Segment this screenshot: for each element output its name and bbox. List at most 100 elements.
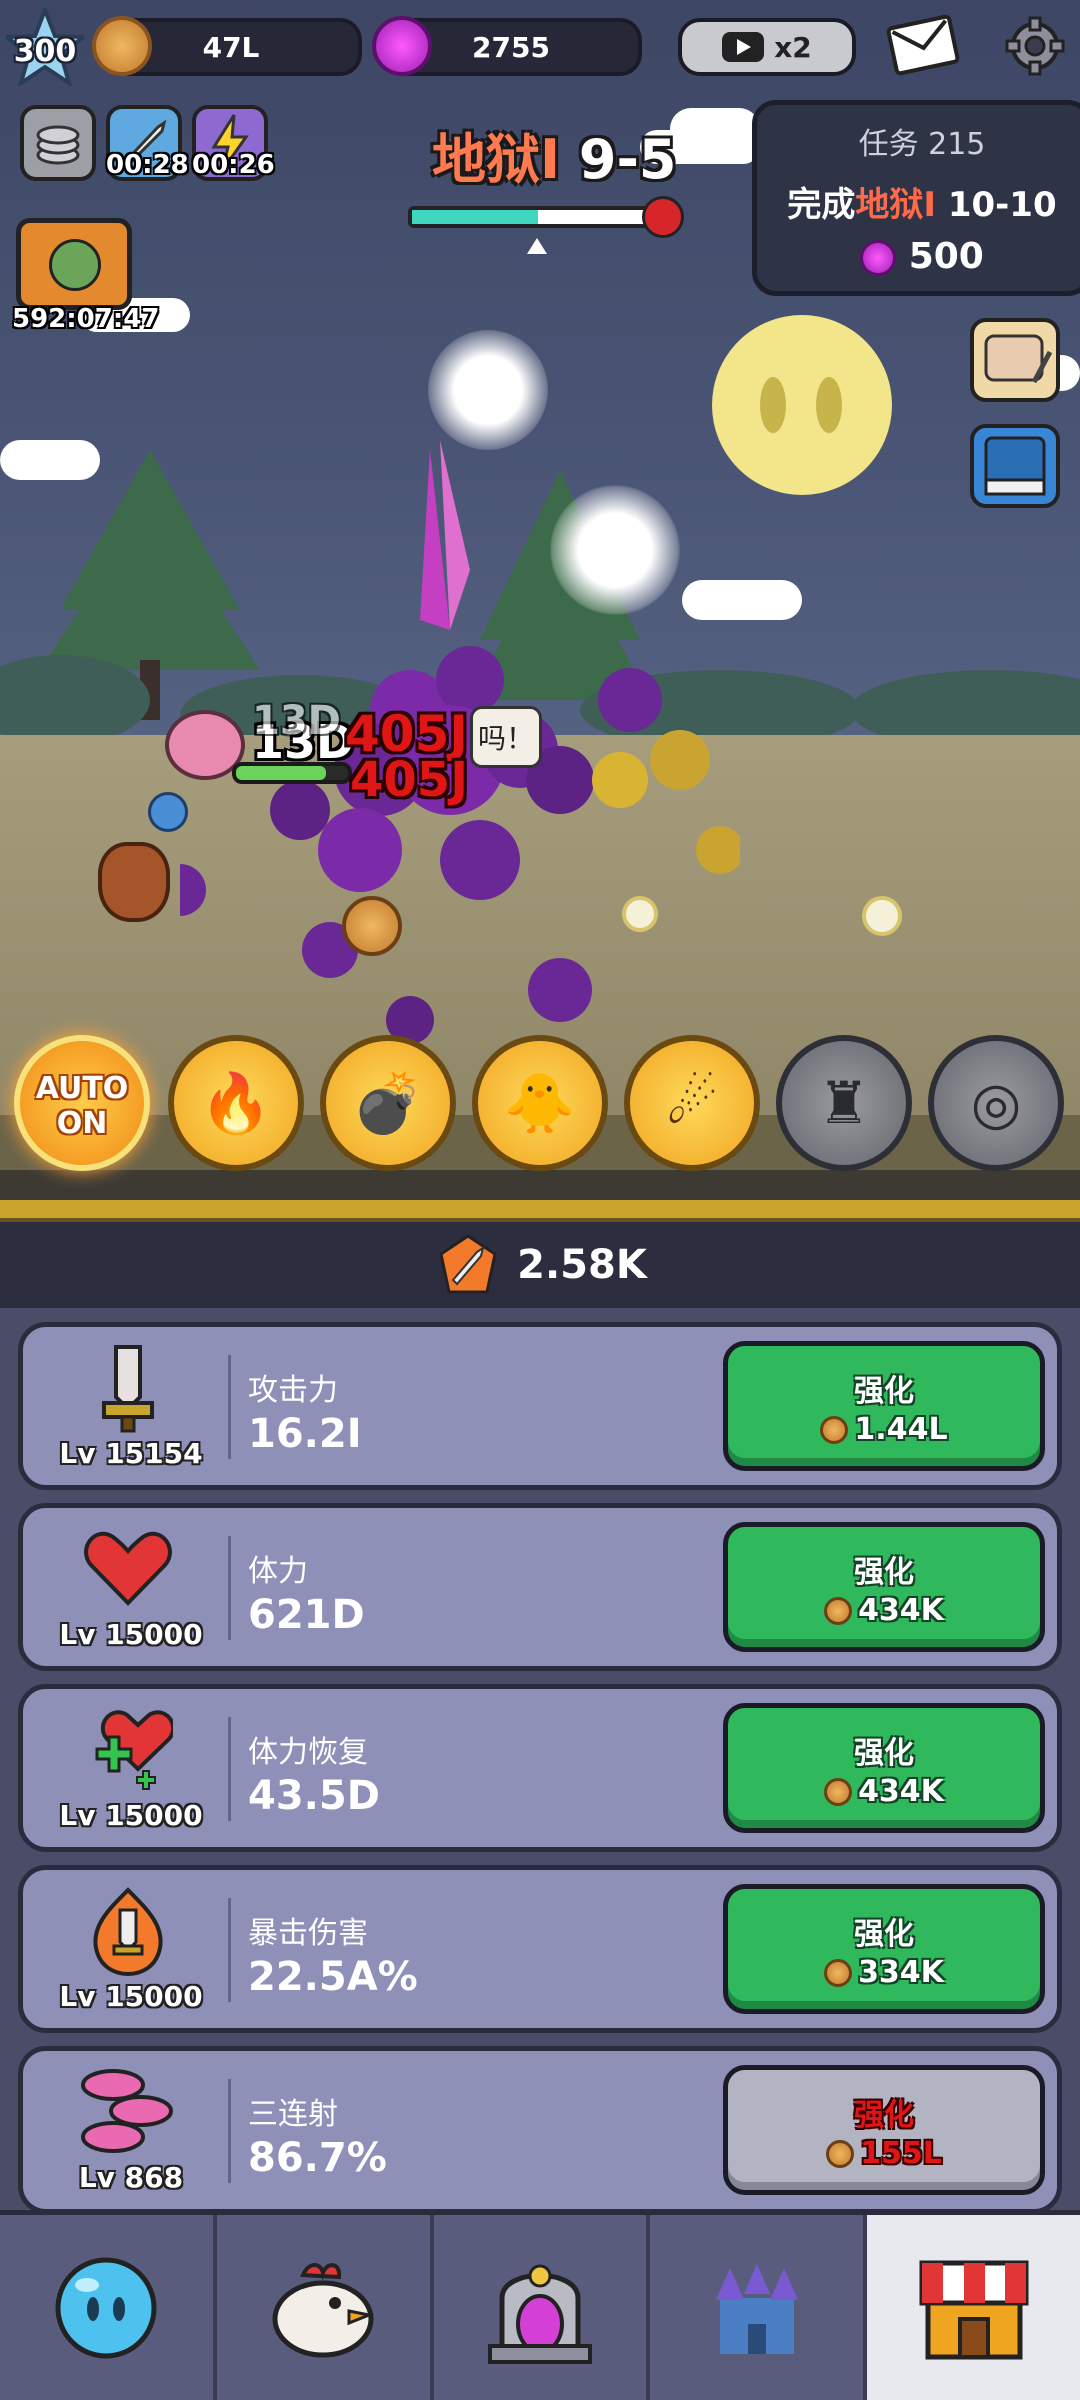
- gem-icon: [860, 240, 897, 276]
- gear-icon[interactable]: [1005, 16, 1065, 76]
- skill-locked-tornado-button[interactable]: ◎: [928, 1035, 1064, 1171]
- player-level-badge[interactable]: 300: [1, 4, 89, 88]
- video-play-icon: [722, 32, 765, 62]
- quest-desc-prefix: 完成: [787, 185, 856, 225]
- scroll-quest-button[interactable]: [970, 318, 1060, 402]
- upgrade-level: Lv 868: [78, 2161, 184, 2194]
- triple-shot-icon: [63, 2067, 193, 2157]
- upgrade-level: Lv 15154: [59, 1437, 203, 1470]
- gem-amount: 2755: [472, 30, 550, 64]
- stage-difficulty: 地狱I: [432, 128, 561, 191]
- book-button[interactable]: [970, 424, 1060, 508]
- gold-coin-icon: [826, 2139, 855, 2168]
- upgrade-level: Lv 15000: [59, 1618, 203, 1651]
- quest-reward-amount: 500: [908, 236, 984, 277]
- nav-tab-portal[interactable]: [434, 2215, 651, 2400]
- upgrade-cost: 434K: [728, 1774, 1040, 1809]
- quest-reward: 500: [757, 236, 1080, 277]
- upgrade-cost-amount: 1.44L: [854, 1412, 948, 1447]
- portal-icon: [487, 2264, 592, 2364]
- speech-bubble: 吗！: [470, 706, 542, 768]
- quest-desc-stage: 10-10: [936, 185, 1057, 225]
- upgrade-button-label: 强化: [854, 1374, 914, 1409]
- upgrade-cost-amount: 434K: [858, 1593, 944, 1628]
- shop-icon: [919, 2260, 1029, 2359]
- upgrade-hp-regen-button[interactable]: 强化 434K: [723, 1703, 1045, 1833]
- coin-stack-icon: [36, 125, 80, 165]
- card-divider: [228, 1898, 231, 2002]
- ground-base: [0, 1170, 1080, 1200]
- upgrade-crit-damage-button[interactable]: 强化 334K: [723, 1884, 1045, 2014]
- upgrade-button-label: 强化: [854, 1917, 914, 1952]
- attack-buff-timer: 00:28: [106, 150, 189, 180]
- upgrade-level: Lv 15000: [59, 1799, 203, 1832]
- upgrade-name: 攻击力: [248, 1373, 338, 1408]
- skill-locked-turret-button[interactable]: ♜: [776, 1035, 912, 1171]
- auto-toggle-button[interactable]: AUTO ON: [14, 1035, 150, 1171]
- fire-sword-icon: 🔥: [199, 1068, 273, 1137]
- heart-plus-icon: [63, 1705, 193, 1795]
- quest-desc-difficulty: 地狱I: [855, 185, 937, 225]
- upgrade-card-crit-damage: Lv 15000 暴击伤害 22.5A% 强化 334K: [18, 1865, 1062, 2033]
- nav-tab-chicken[interactable]: [217, 2215, 434, 2400]
- coin-stack-button[interactable]: [20, 105, 96, 181]
- nav-tab-slime[interactable]: [0, 2215, 217, 2400]
- skill-fireball-button[interactable]: ☄: [624, 1035, 760, 1171]
- upgrade-cost-amount: 334K: [858, 1955, 944, 1990]
- stage-title: 地狱I 9-5: [432, 115, 676, 194]
- skill-bomb-button[interactable]: 💣: [320, 1035, 456, 1171]
- upgrade-cost: 1.44L: [728, 1412, 1040, 1447]
- gold-coin-icon: [824, 1596, 853, 1625]
- chicken-icon: [272, 2262, 375, 2357]
- upgrade-button-label: 强化: [854, 1555, 914, 1590]
- gold-coin-icon: [824, 1777, 853, 1806]
- upgrade-list[interactable]: Lv 15154 攻击力 16.2I 强化 1.44L Lv 15000 体力 …: [0, 1308, 1080, 2220]
- event-banner-button[interactable]: [16, 218, 132, 310]
- castle-icon: [715, 2263, 798, 2354]
- upgrade-cost-amount: 434K: [858, 1774, 944, 1809]
- skill-chick-button[interactable]: 🐥: [472, 1035, 608, 1171]
- upgrade-name: 三连射: [248, 2097, 338, 2132]
- bottom-navigation: [0, 2210, 1080, 2400]
- auto-label: AUTO: [35, 1071, 129, 1106]
- upgrade-value: 43.5D: [248, 1773, 380, 1819]
- book-icon: [984, 436, 1046, 496]
- blue-bird-ally: [148, 792, 188, 832]
- fireball-icon: ☄: [666, 1069, 718, 1137]
- nav-tab-shop[interactable]: [867, 2215, 1080, 2400]
- nav-tab-castle[interactable]: [650, 2215, 868, 2400]
- flower-decoration: [622, 896, 658, 932]
- stage-number: 9-5: [578, 128, 677, 191]
- sword-icon: [63, 1343, 193, 1433]
- combat-power-value: 2.58K: [517, 1242, 647, 1288]
- player-level-text: 300: [13, 34, 77, 69]
- card-divider: [228, 1717, 231, 1821]
- card-divider: [228, 1355, 231, 1459]
- gold-amount: 47L: [202, 30, 260, 64]
- speed-buff-timer: 00:26: [192, 150, 275, 180]
- upgrade-card-triple-shot: Lv 868 三连射 86.7% 强化 155L: [18, 2046, 1062, 2214]
- upgrade-name: 暴击伤害: [248, 1916, 368, 1951]
- upgrade-attack-button[interactable]: 强化 1.44L: [723, 1341, 1045, 1471]
- chick-icon: 🐥: [503, 1068, 577, 1137]
- ad-multiplier-text: x2: [774, 30, 812, 64]
- ad-boost-button[interactable]: x2: [678, 18, 856, 76]
- upgrade-value: 22.5A%: [248, 1954, 418, 2000]
- flaming-sword-icon: [63, 1886, 193, 1976]
- bomb-icon: 💣: [351, 1068, 425, 1137]
- quest-panel[interactable]: 任务 215 完成地狱I 10-10 500: [752, 100, 1080, 296]
- upgrade-button-label: 强化: [854, 1736, 914, 1771]
- flower-decoration: [862, 896, 902, 936]
- upgrade-name: 体力: [248, 1554, 308, 1589]
- skill-fire-sword-button[interactable]: 🔥: [168, 1035, 304, 1171]
- upgrade-name: 体力恢复: [248, 1735, 368, 1770]
- turret-icon: ♜: [818, 1069, 870, 1137]
- upgrade-triple-shot-button[interactable]: 强化 155L: [723, 2065, 1045, 2195]
- auto-state: ON: [56, 1106, 108, 1141]
- gold-coin-icon: [92, 16, 152, 76]
- upgrade-value: 86.7%: [248, 2135, 387, 2181]
- upgrade-hp-button[interactable]: 强化 434K: [723, 1522, 1045, 1652]
- upgrade-value: 16.2I: [248, 1411, 362, 1457]
- combat-power-bar: 2.58K: [0, 1222, 1080, 1308]
- progress-marker-icon: [527, 238, 547, 254]
